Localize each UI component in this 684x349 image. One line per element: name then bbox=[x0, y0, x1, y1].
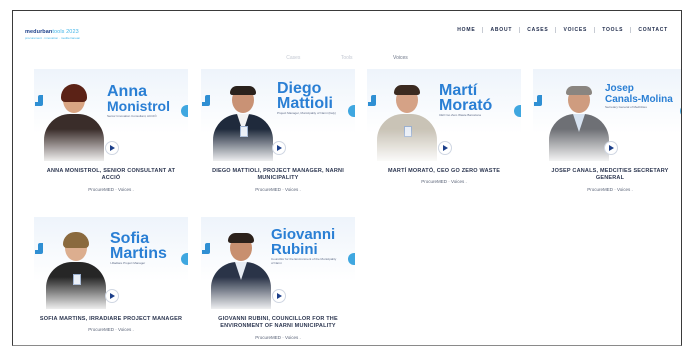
voice-card[interactable]: Josep Canals-Molina Secretary General of… bbox=[533, 69, 681, 192]
video-thumbnail[interactable]: Sofia Martins I-Radiare Project Manager bbox=[34, 217, 188, 309]
brand-mark-icon bbox=[202, 243, 210, 254]
speaker-caption: Anna Monistrol Senior Innovation Consult… bbox=[107, 84, 170, 119]
speaker-caption: Martí Morató CEO Go Zero Waste Barcelona bbox=[439, 83, 499, 118]
speaker-last-name: Rubini bbox=[271, 241, 318, 258]
speaker-first-name: Diego bbox=[277, 80, 322, 97]
speaker-role: CEO Go Zero Waste Barcelona bbox=[439, 113, 481, 117]
brand-mark-icon bbox=[202, 95, 210, 106]
play-icon[interactable] bbox=[272, 141, 286, 155]
speaker-caption: Josep Canals-Molina Secretary General of… bbox=[605, 83, 673, 110]
speaker-caption: Diego Mattioli Project Manager, Municipa… bbox=[277, 81, 337, 116]
filter-tools[interactable]: Tools bbox=[341, 55, 353, 61]
card-title[interactable]: JOSEP CANALS, MEDCITIES SECRETARY GENERA… bbox=[533, 168, 681, 183]
speaker-first-name: Anna bbox=[107, 83, 147, 100]
card-meta: ProcureMED · Voices . bbox=[88, 186, 134, 192]
speaker-caption: Sofia Martins I-Radiare Project Manager bbox=[110, 231, 170, 266]
voice-card[interactable]: Diego Mattioli Project Manager, Municipa… bbox=[201, 69, 355, 192]
brand-name: medurbantools 2023 bbox=[25, 29, 79, 35]
speaker-first-name: Josep bbox=[605, 83, 634, 94]
card-meta: ProcureMED · Voices . bbox=[88, 327, 134, 333]
voice-card[interactable]: Anna Monistrol Senior Innovation Consult… bbox=[34, 69, 188, 192]
speaker-role: Councillor for the Environment of the Mu… bbox=[271, 257, 337, 265]
nav-tools[interactable]: TOOLS bbox=[595, 27, 630, 33]
speaker-first-name: Giovanni bbox=[271, 226, 336, 243]
speaker-last-name: Canals-Molina bbox=[605, 94, 673, 105]
brand-mark-icon bbox=[181, 105, 188, 117]
brand-mark-icon bbox=[514, 105, 521, 117]
speaker-last-name: Martins bbox=[110, 245, 167, 262]
main-nav: HOME ABOUT CASES VOICES TOOLS CONTACT bbox=[450, 27, 675, 33]
filter-cases[interactable]: Cases bbox=[286, 55, 300, 61]
video-thumbnail[interactable]: Giovanni Rubini Councillor for the Envir… bbox=[201, 217, 355, 309]
speaker-last-name: Monistrol bbox=[107, 98, 170, 114]
nav-cases[interactable]: CASES bbox=[520, 27, 555, 33]
card-title[interactable]: MARTÍ MORATÓ, CEO GO ZERO WASTE bbox=[367, 168, 521, 175]
brand-mark-icon bbox=[181, 253, 188, 265]
card-title[interactable]: SOFIA MARTINS, IRRADIARE PROJECT MANAGER bbox=[34, 316, 188, 323]
brand-mark-icon bbox=[35, 243, 43, 254]
brand-mark-icon bbox=[368, 95, 376, 106]
speaker-first-name: Martí bbox=[439, 82, 478, 99]
speaker-caption: Giovanni Rubini Councillor for the Envir… bbox=[271, 227, 337, 265]
play-icon[interactable] bbox=[105, 289, 119, 303]
voice-card[interactable]: Martí Morató CEO Go Zero Waste Barcelona… bbox=[367, 69, 521, 184]
speaker-role: Project Manager, Municipality of Narni (… bbox=[277, 111, 336, 115]
speaker-first-name: Sofia bbox=[110, 230, 150, 247]
nav-home[interactable]: HOME bbox=[450, 27, 482, 33]
speaker-role: Secretary General of MedCities bbox=[605, 105, 647, 109]
brand-mark-icon bbox=[35, 95, 43, 106]
speaker-last-name: Mattioli bbox=[277, 95, 333, 112]
nav-voices[interactable]: VOICES bbox=[556, 27, 594, 33]
site-logo[interactable]: medurbantools 2023 procurement · innovat… bbox=[25, 29, 80, 40]
brand-mark-icon bbox=[348, 105, 355, 117]
play-icon[interactable] bbox=[272, 289, 286, 303]
card-meta: ProcureMED · Voices . bbox=[255, 186, 301, 192]
browser-frame: medurbantools 2023 procurement · innovat… bbox=[12, 10, 682, 346]
category-filters: Cases Tools Voices bbox=[13, 46, 681, 64]
speaker-role: Senior Innovation Consultant, ACCIÓ bbox=[107, 114, 157, 118]
play-icon[interactable] bbox=[604, 141, 618, 155]
play-icon[interactable] bbox=[438, 141, 452, 155]
nav-contact[interactable]: CONTACT bbox=[631, 27, 675, 33]
video-thumbnail[interactable]: Anna Monistrol Senior Innovation Consult… bbox=[34, 69, 188, 161]
brand-mark-icon bbox=[534, 95, 542, 106]
card-meta: ProcureMED · Voices . bbox=[587, 186, 633, 192]
voice-card[interactable]: Sofia Martins I-Radiare Project Manager … bbox=[34, 217, 188, 332]
video-thumbnail[interactable]: Josep Canals-Molina Secretary General of… bbox=[533, 69, 681, 161]
speaker-last-name: Morató bbox=[439, 97, 493, 114]
voice-card[interactable]: Giovanni Rubini Councillor for the Envir… bbox=[201, 217, 355, 340]
video-thumbnail[interactable]: Diego Mattioli Project Manager, Municipa… bbox=[201, 69, 355, 161]
nav-about[interactable]: ABOUT bbox=[483, 27, 519, 33]
brand-mark-icon bbox=[680, 105, 681, 117]
card-meta: ProcureMED · Voices . bbox=[255, 334, 301, 340]
play-icon[interactable] bbox=[105, 141, 119, 155]
brand-tagline: procurement · innovation · mediterranean bbox=[25, 36, 81, 40]
video-thumbnail[interactable]: Martí Morató CEO Go Zero Waste Barcelona bbox=[367, 69, 521, 161]
card-title[interactable]: DIEGO MATTIOLI, PROJECT MANAGER, NARNI M… bbox=[201, 168, 355, 183]
card-title[interactable]: GIOVANNI RUBINI, COUNCILLOR FOR THE ENVI… bbox=[201, 316, 355, 331]
card-meta: ProcureMED · Voices . bbox=[421, 179, 467, 185]
card-title[interactable]: ANNA MONISTROL, SENIOR CONSULTANT AT ACC… bbox=[34, 168, 188, 183]
speaker-role: I-Radiare Project Manager bbox=[110, 261, 146, 265]
brand-mark-icon bbox=[348, 253, 355, 265]
filter-voices[interactable]: Voices bbox=[393, 55, 408, 61]
